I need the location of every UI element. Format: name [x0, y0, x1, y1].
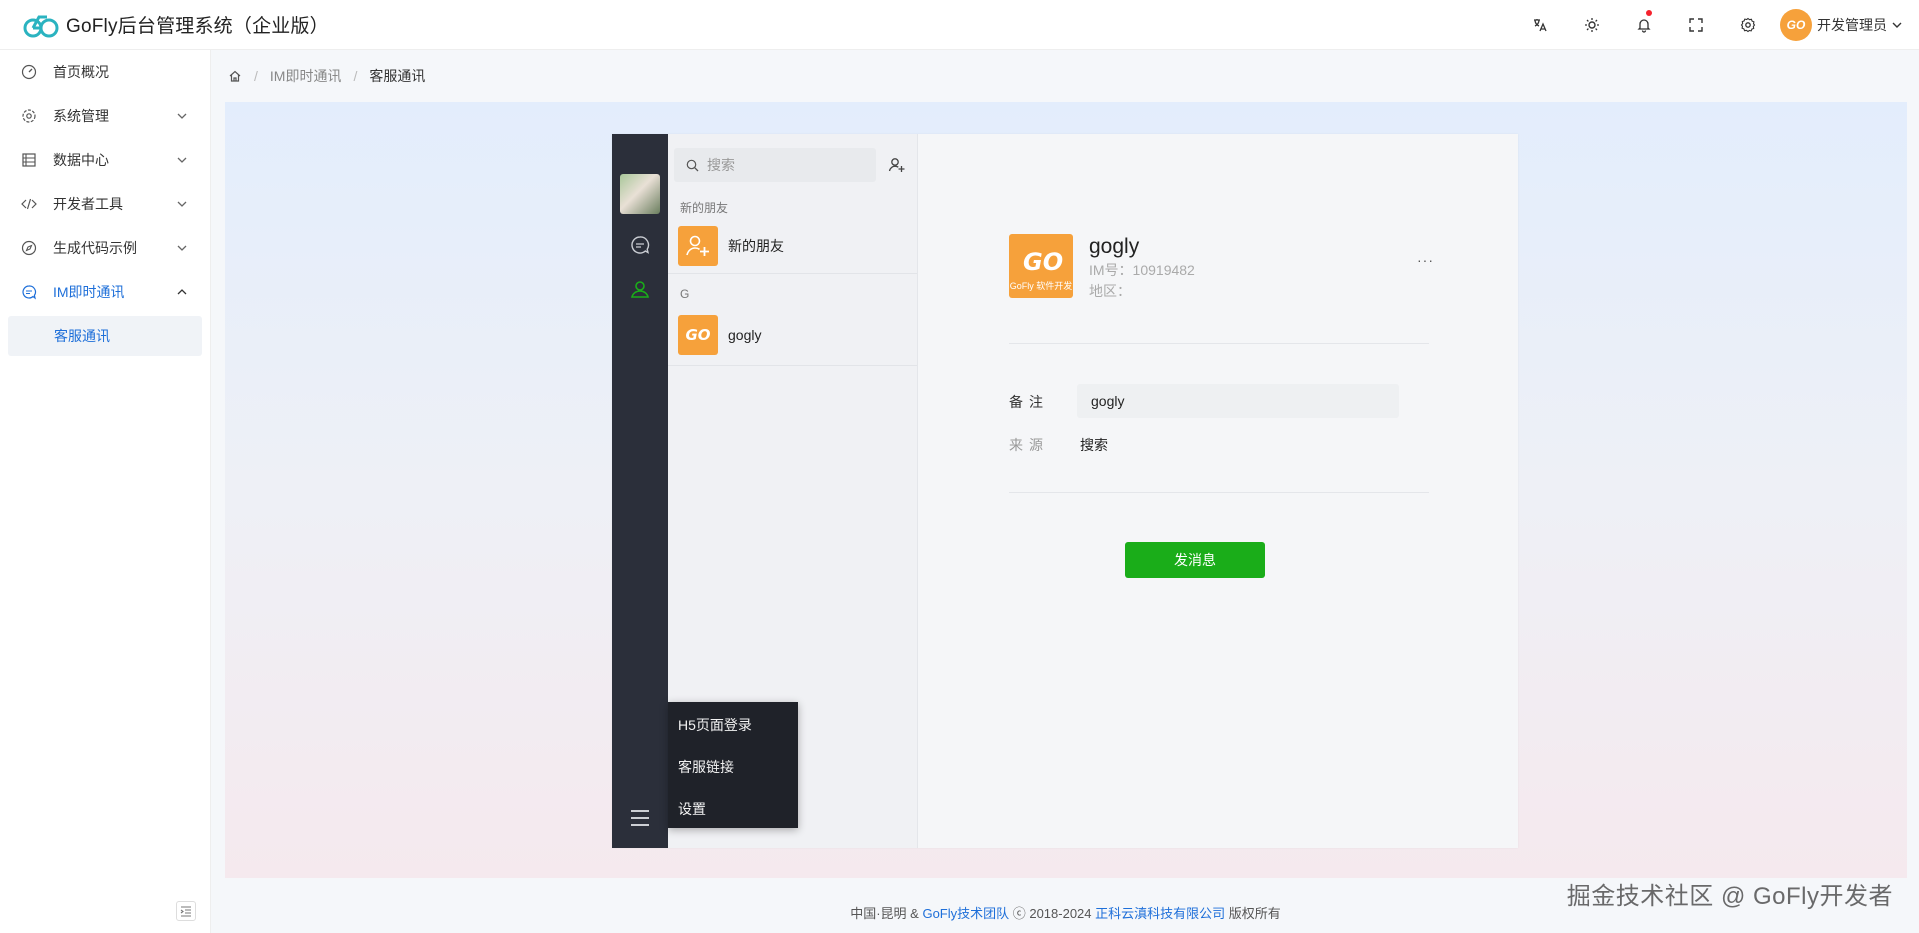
breadcrumb-level1[interactable]: IM即时通讯 [270, 66, 342, 86]
sidebar-collapse-button[interactable] [176, 901, 196, 921]
group-header: 新的朋友 [680, 200, 729, 215]
sidebar-subitem-customer-service[interactable]: 客服通讯 [8, 316, 202, 356]
profile-name: gogly [1089, 235, 1140, 258]
settings-gear-icon[interactable] [1722, 0, 1774, 50]
settings-popup-menu: H5页面登录 客服链接 设置 [668, 702, 798, 828]
chevron-down-icon [177, 157, 187, 163]
user-name: 开发管理员 [1817, 17, 1887, 33]
theme-sun-icon[interactable] [1566, 0, 1618, 50]
chevron-up-icon [177, 289, 187, 295]
search-icon [686, 159, 699, 171]
sidebar-item-label: 首页概况 [53, 64, 109, 80]
contact-name: 新的朋友 [728, 237, 784, 254]
footer-suffix: 版权所有 [1225, 906, 1281, 921]
search-box[interactable] [674, 148, 876, 182]
add-friend-button[interactable] [880, 148, 914, 182]
chevron-down-icon [177, 113, 187, 119]
hamburger-menu-icon[interactable] [629, 808, 651, 828]
notification-dot [1646, 10, 1652, 16]
breadcrumb-separator: / [254, 68, 258, 84]
search-input[interactable] [707, 157, 857, 173]
search-row [668, 134, 917, 196]
breadcrumb-separator: / [353, 68, 358, 84]
compass-icon [21, 240, 37, 256]
add-person-icon [686, 235, 709, 256]
fullscreen-icon[interactable] [1670, 0, 1722, 50]
footer-company-link[interactable]: 正科云滇科技有限公司 [1095, 906, 1225, 921]
divider [1009, 492, 1429, 493]
chat-bubble-icon[interactable] [629, 234, 651, 256]
gofly-logo-icon[interactable] [20, 9, 62, 41]
header-actions: GO 开发管理员 [1514, 0, 1919, 50]
profile-info: gogly IM号：10919482 地区： [1089, 234, 1195, 302]
divider [1009, 343, 1429, 344]
code-icon [21, 198, 37, 210]
chevron-down-icon [177, 201, 187, 207]
breadcrumb: / IM即时通讯 / 客服通讯 [212, 50, 1919, 102]
chat-nav-rail [612, 134, 668, 848]
send-message-button[interactable]: 发消息 [1125, 542, 1265, 578]
remark-input[interactable]: gogly [1077, 384, 1399, 418]
profile-im-number: IM号：10919482 [1089, 262, 1195, 278]
sidebar-item-data-center[interactable]: 数据中心 [0, 138, 210, 182]
notification-bell-icon[interactable] [1618, 0, 1670, 50]
user-avatar: GO [1780, 9, 1812, 41]
sidebar-item-system[interactable]: 系统管理 [0, 94, 210, 138]
sidebar-item-label: 系统管理 [53, 108, 109, 124]
add-person-icon [888, 158, 905, 172]
menu-item-settings[interactable]: 设置 [668, 788, 798, 830]
home-icon[interactable] [228, 69, 242, 83]
chevron-down-icon [177, 245, 187, 251]
indent-icon [180, 906, 191, 917]
user-menu[interactable]: GO 开发管理员 [1774, 0, 1919, 50]
my-avatar[interactable] [620, 174, 660, 214]
sidebar-item-dev-tools[interactable]: 开发者工具 [0, 182, 210, 226]
source-value: 搜索 [1080, 437, 1108, 453]
sidebar-item-codegen-examples[interactable]: 生成代码示例 [0, 226, 210, 270]
remark-label: 备注 [1009, 394, 1049, 410]
contact-avatar: GO [678, 314, 718, 355]
group-letter: G [680, 287, 690, 301]
sidebar-item-dashboard[interactable]: 首页概况 [0, 50, 210, 94]
contacts-person-icon[interactable] [629, 278, 651, 300]
footer-team-link[interactable]: GoFly技术团队 [922, 906, 1009, 921]
new-friend-avatar [678, 225, 718, 266]
footer-prefix: 中国·昆明 & [850, 906, 923, 921]
sidebar-item-label: 开发者工具 [53, 196, 123, 212]
source-label: 来源 [1009, 437, 1049, 453]
profile-region: 地区： [1089, 283, 1131, 299]
profile-avatar-subtext: GoFly 软件开发 [1009, 281, 1073, 291]
list-item-contact[interactable]: GO gogly [668, 304, 917, 366]
translate-icon[interactable] [1514, 0, 1566, 50]
contact-detail-panel: GO GoFly 软件开发 gogly IM号：10919482 地区： ···… [919, 134, 1518, 848]
list-item-new-friends[interactable]: 新的朋友 [668, 218, 917, 274]
sidebar-item-label: IM即时通讯 [53, 284, 125, 300]
footer-middle: ⓒ 2018-2024 [1009, 906, 1096, 921]
chat-bubble-icon [22, 285, 37, 300]
app-title: GoFly后台管理系统（企业版） [66, 16, 329, 37]
sidebar-item-label: 生成代码示例 [53, 240, 137, 256]
menu-item-h5-login[interactable]: H5页面登录 [668, 704, 798, 746]
menu-item-service-link[interactable]: 客服链接 [668, 746, 798, 788]
sidebar-item-label: 数据中心 [53, 152, 109, 168]
database-list-icon [22, 153, 36, 167]
chevron-down-icon [1892, 22, 1902, 28]
breadcrumb-current: 客服通讯 [369, 68, 426, 84]
profile-header: GO GoFly 软件开发 gogly IM号：10919482 地区： [1009, 234, 1195, 302]
contact-avatar-text: GO [685, 325, 711, 344]
contact-name: gogly [728, 326, 762, 343]
profile-avatar-text: GO [1023, 248, 1064, 276]
sidebar-item-im[interactable]: IM即时通讯 [0, 270, 210, 314]
top-header: GoFly后台管理系统（企业版） GO 开发管理员 [0, 0, 1919, 50]
dashboard-gauge-icon [21, 64, 37, 80]
im-chat-window: 新的朋友 新的朋友 G GO gogly H5页面登录 客服链接 设置 GO G… [612, 134, 1518, 848]
more-options-button[interactable]: ··· [1417, 252, 1434, 268]
sidebar: 首页概况 系统管理 数据中心 开发者工具 生成代码示例 IM即时通讯 客服通讯 [0, 50, 211, 933]
watermark: 掘金技术社区 @ GoFly开发者 [1566, 883, 1893, 910]
gear-icon [22, 109, 36, 123]
profile-avatar: GO GoFly 软件开发 [1009, 234, 1073, 298]
